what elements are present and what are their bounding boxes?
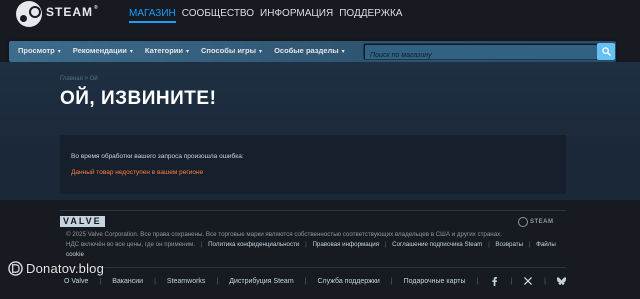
- footer-links: О Valve | Вакансии | Steamworks | Дистри…: [64, 276, 567, 286]
- error-reason: Данный товар недоступен в вашем регионе: [71, 169, 204, 176]
- nav-about[interactable]: ИНФОРМАЦИЯ: [260, 8, 333, 23]
- steam-logo-icon: [518, 217, 528, 227]
- x-icon[interactable]: [523, 276, 533, 286]
- steam-logo[interactable]: STEAM®: [16, 1, 99, 27]
- store-nav: Просмотр ▾ Рекомендации ▾ Категории ▾ Спосо…: [9, 41, 616, 63]
- footer-link-about-valve[interactable]: О Valve: [64, 278, 88, 285]
- breadcrumb-separator: >: [84, 76, 89, 82]
- steam-logo-icon: [16, 1, 42, 27]
- logo-text: STEAM: [46, 5, 93, 19]
- nav-community[interactable]: СООБЩЕСТВО: [182, 8, 254, 23]
- refunds-link[interactable]: Возвраты: [495, 241, 523, 248]
- facebook-icon[interactable]: [489, 276, 499, 286]
- donatov-logo-icon: [8, 261, 23, 276]
- storenav-ways-to-play-label: Способы игры: [201, 46, 257, 55]
- separator: |: [510, 277, 513, 285]
- footer-link-support[interactable]: Служба поддержки: [317, 278, 379, 285]
- chevron-down-icon: ▾: [129, 49, 133, 55]
- separator: |: [390, 277, 393, 285]
- footer-divider: [60, 267, 566, 268]
- error-message: Во время обработки вашего запроса произо…: [71, 153, 244, 160]
- copyright-text: © 2025 Valve Corporation. Все права сохр…: [66, 231, 502, 238]
- nav-support[interactable]: ПОДДЕРЖКА: [339, 8, 402, 23]
- footer-link-gift-cards[interactable]: Подарочные карты: [404, 278, 466, 285]
- separator: |: [200, 241, 203, 248]
- storenav-recommendations-label: Рекомендации: [72, 46, 127, 55]
- storenav-special-sections-label: Особые разделы: [274, 46, 339, 55]
- storenav-categories[interactable]: Категории ▾: [145, 46, 189, 55]
- separator: |: [216, 277, 219, 285]
- footer-link-jobs[interactable]: Вакансии: [112, 278, 143, 285]
- watermark: Donatov.blog: [8, 261, 104, 276]
- bluesky-icon[interactable]: [557, 276, 567, 286]
- storenav-recommendations[interactable]: Рекомендации ▾: [73, 46, 133, 55]
- separator: |: [305, 241, 307, 248]
- separator: |: [154, 277, 156, 285]
- legal-info-link[interactable]: Правовая информация: [312, 241, 379, 248]
- breadcrumb-current: Ой: [89, 76, 98, 82]
- watermark-text: Donatov.blog: [26, 261, 105, 276]
- global-header: STEAM® МАГАЗИН СООБЩЕСТВО ИНФОРМАЦИЯ ПОД…: [0, 0, 640, 38]
- search-button[interactable]: [597, 43, 615, 60]
- footer-divider: [60, 210, 566, 211]
- storenav-browse[interactable]: Просмотр ▾: [18, 46, 61, 55]
- privacy-policy-link[interactable]: Политика конфиденциальности: [208, 241, 299, 248]
- separator: |: [488, 241, 490, 248]
- footer: VALVE STEAM © 2025 Valve Corporation. Вс…: [0, 200, 640, 299]
- chevron-down-icon: ▾: [341, 49, 345, 55]
- separator: |: [99, 277, 102, 285]
- footer-steam-logo-text: STEAM: [530, 219, 554, 225]
- nav-store[interactable]: МАГАЗИН: [129, 8, 176, 23]
- page-content: Главная > Ой ОЙ, ИЗВИНИТЕ! Во время обра…: [0, 62, 640, 200]
- breadcrumb-home[interactable]: Главная: [60, 76, 83, 82]
- chevron-down-icon: ▾: [259, 49, 263, 55]
- subscriber-agreement-link[interactable]: Соглашение подписчика Steam: [392, 241, 482, 248]
- valve-logo[interactable]: VALVE: [60, 216, 105, 227]
- legal-text-block: © 2025 Valve Corporation. Все права сохр…: [66, 230, 566, 260]
- storenav-ways-to-play[interactable]: Способы игры ▾: [201, 46, 262, 55]
- search-box: [363, 43, 606, 63]
- main-nav: МАГАЗИН СООБЩЕСТВО ИНФОРМАЦИЯ ПОДДЕРЖКА: [129, 8, 402, 23]
- search-icon: [601, 47, 611, 56]
- separator: |: [476, 277, 479, 285]
- page-title: ОЙ, ИЗВИНИТЕ!: [60, 88, 217, 109]
- separator: |: [384, 241, 387, 248]
- footer-steam-logo[interactable]: STEAM: [518, 217, 554, 227]
- storenav-special-sections[interactable]: Особые разделы ▾: [274, 46, 345, 55]
- storenav-browse-label: Просмотр: [18, 46, 55, 55]
- chevron-down-icon: ▾: [186, 49, 190, 55]
- separator: |: [304, 277, 307, 285]
- chevron-down-icon: ▾: [57, 49, 61, 55]
- search-input[interactable]: [364, 48, 605, 63]
- footer-link-distribution[interactable]: Дистрибуция Steam: [229, 278, 293, 285]
- vat-text: НДС включён во все цены, где он применим…: [66, 241, 196, 248]
- footer-link-steamworks[interactable]: Steamworks: [167, 278, 206, 285]
- error-box: Во время обработки вашего запроса произо…: [60, 135, 566, 194]
- storenav-categories-label: Категории: [144, 46, 183, 55]
- separator: |: [544, 277, 546, 285]
- registered-mark: ®: [94, 5, 99, 11]
- breadcrumb: Главная > Ой: [60, 76, 98, 82]
- separator: |: [528, 241, 531, 248]
